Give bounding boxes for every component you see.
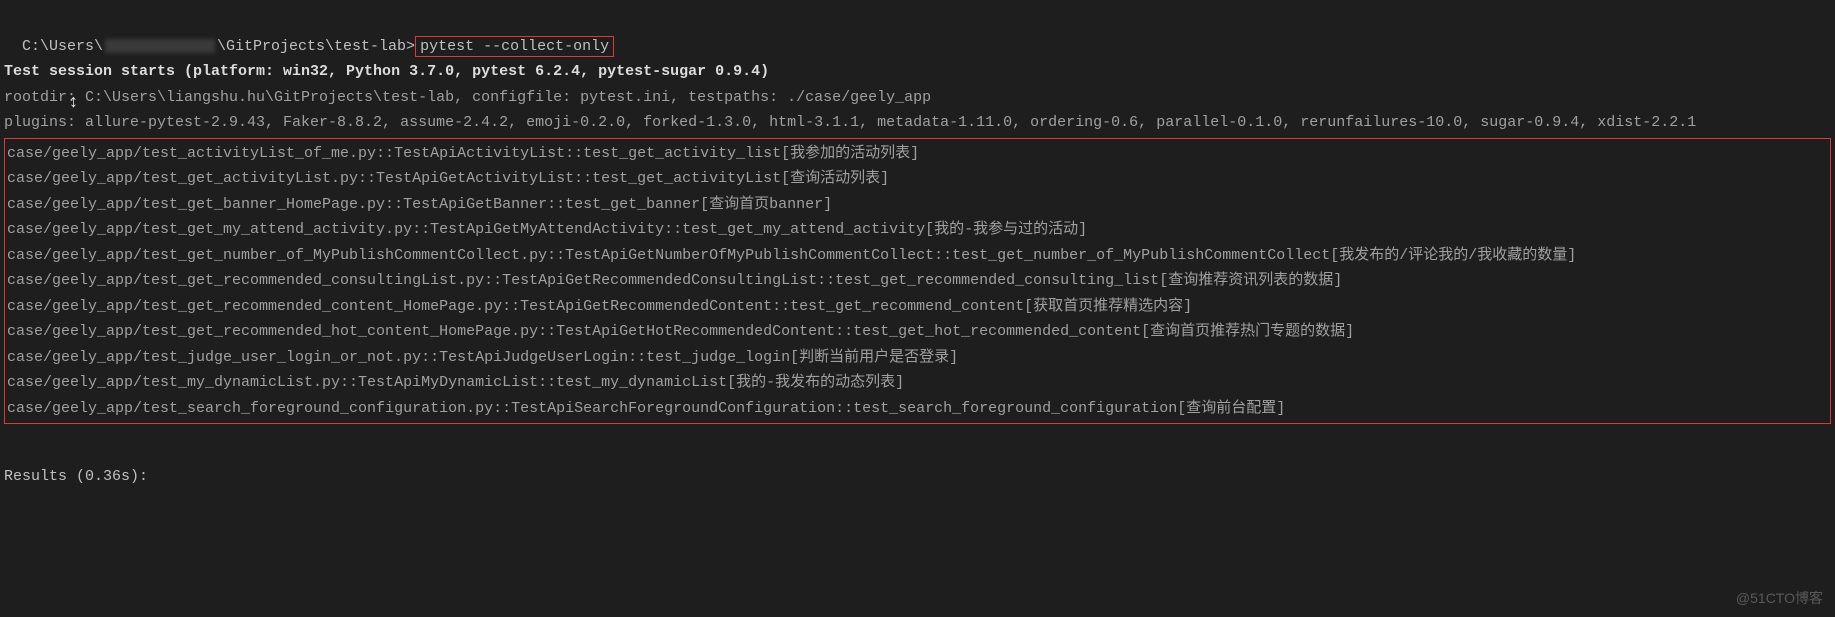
prompt-line: C:\Users\ \GitProjects\test-lab>pytest --… (4, 8, 1831, 59)
collected-test-line: case/geely_app/test_get_banner_HomePage.… (7, 192, 1828, 218)
plugins-line: plugins: allure-pytest-2.9.43, Faker-8.8… (4, 110, 1831, 136)
collected-test-line: case/geely_app/test_get_recommended_cont… (7, 294, 1828, 320)
command-highlight: pytest --collect-only (415, 36, 614, 57)
collected-test-line: case/geely_app/test_activityList_of_me.p… (7, 141, 1828, 167)
redacted-username (105, 39, 215, 53)
collected-test-line: case/geely_app/test_my_dynamicList.py::T… (7, 370, 1828, 396)
collected-test-line: case/geely_app/test_get_activityList.py:… (7, 166, 1828, 192)
collected-test-line: case/geely_app/test_get_my_attend_activi… (7, 217, 1828, 243)
results-line: Results (0.36s): (4, 464, 1831, 490)
prompt-prefix: C:\Users\ (22, 38, 103, 55)
watermark: @51CTO博客 (1736, 587, 1823, 611)
prompt-suffix: \GitProjects\test-lab> (217, 38, 415, 55)
rootdir-line: rootdir: C:\Users\liangshu.hu\GitProject… (4, 85, 1831, 111)
session-header: Test session starts (platform: win32, Py… (4, 59, 1831, 85)
collected-test-line: case/geely_app/test_get_recommended_hot_… (7, 319, 1828, 345)
collected-tests-box: case/geely_app/test_activityList_of_me.p… (4, 138, 1831, 425)
collected-test-line: case/geely_app/test_get_recommended_cons… (7, 268, 1828, 294)
collected-test-line: case/geely_app/test_search_foreground_co… (7, 396, 1828, 422)
collected-test-line: case/geely_app/test_judge_user_login_or_… (7, 345, 1828, 371)
collected-test-line: case/geely_app/test_get_number_of_MyPubl… (7, 243, 1828, 269)
